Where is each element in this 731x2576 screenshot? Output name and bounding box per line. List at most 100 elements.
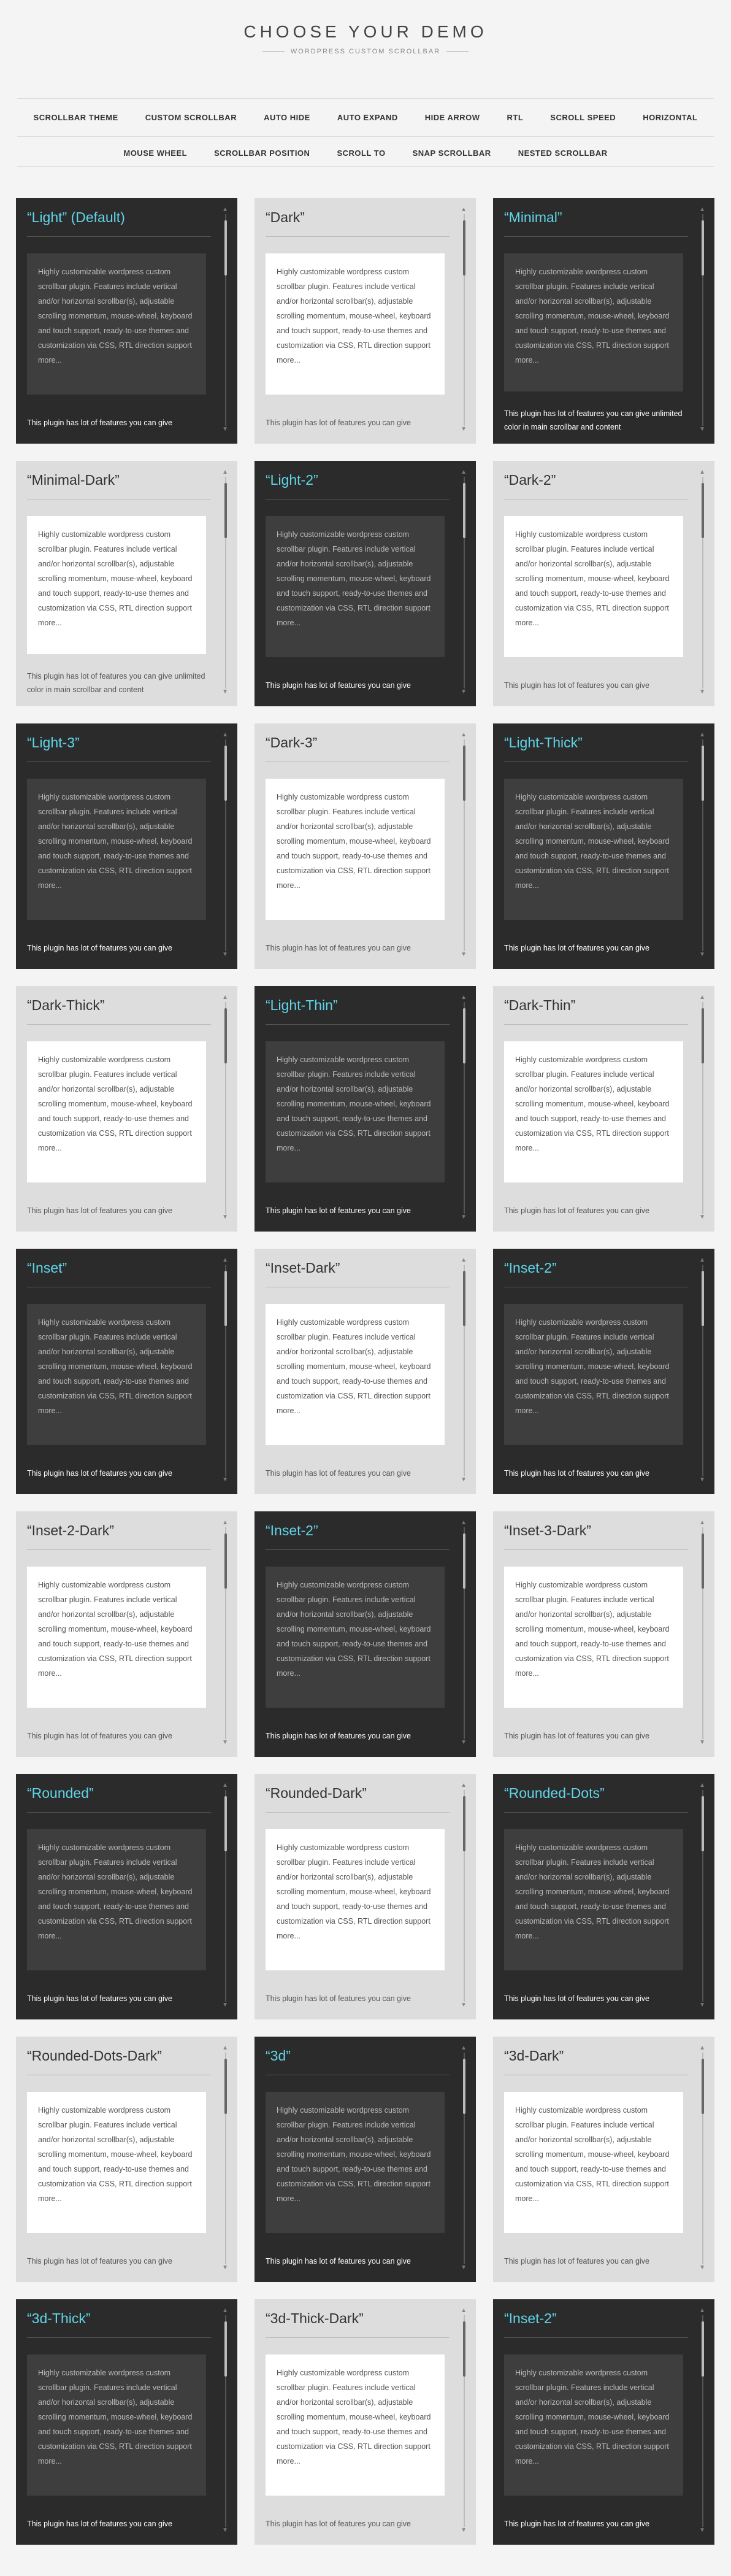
scrollbar-thumb[interactable] (463, 1008, 465, 1063)
scroll-up-arrow-icon[interactable]: ▲ (222, 1257, 228, 1263)
scroll-down-arrow-icon[interactable]: ▼ (699, 426, 705, 433)
scrollbar-thumb[interactable] (702, 1533, 704, 1589)
demo-card[interactable]: “Inset-2” Highly customizable wordpress c… (255, 1511, 476, 1757)
scroll-down-arrow-icon[interactable]: ▼ (699, 1214, 705, 1221)
demo-card[interactable]: “Dark-Thin” Highly customizable wordpress… (493, 986, 714, 1232)
scroll-up-arrow-icon[interactable]: ▲ (222, 2045, 228, 2051)
demo-card[interactable]: “Minimal” Highly customizable wordpress c… (493, 198, 714, 444)
scroll-down-arrow-icon[interactable]: ▼ (699, 2528, 705, 2534)
scroll-up-arrow-icon[interactable]: ▲ (699, 732, 705, 738)
scroll-content-box[interactable]: Highly customizable wordpress custom scr… (266, 2354, 445, 2496)
scroll-down-arrow-icon[interactable]: ▼ (699, 1740, 705, 1746)
scroll-down-arrow-icon[interactable]: ▼ (222, 1214, 228, 1221)
scroll-up-arrow-icon[interactable]: ▲ (461, 1520, 467, 1526)
scroll-down-arrow-icon[interactable]: ▼ (461, 426, 467, 433)
demo-card[interactable]: “Minimal-Dark” Highly customizable wordpr… (16, 461, 237, 706)
scroll-up-arrow-icon[interactable]: ▲ (461, 995, 467, 1001)
scroll-content-box[interactable]: Highly customizable wordpress custom scr… (266, 1041, 445, 1182)
scroll-up-arrow-icon[interactable]: ▲ (461, 1257, 467, 1263)
scroll-content-box[interactable]: Highly customizable wordpress custom scr… (504, 516, 683, 657)
scrollbar-thumb[interactable] (463, 2321, 465, 2377)
scroll-content-box[interactable]: Highly customizable wordpress custom scr… (504, 253, 683, 391)
scroll-content-box[interactable]: Highly customizable wordpress custom scr… (504, 1567, 683, 1708)
demo-card[interactable]: “Dark” Highly customizable wordpress cust… (255, 198, 476, 444)
scroll-down-arrow-icon[interactable]: ▼ (222, 2528, 228, 2534)
scroll-content-box[interactable]: Highly customizable wordpress custom scr… (27, 1567, 206, 1708)
scroll-content-box[interactable]: Highly customizable wordpress custom scr… (266, 2092, 445, 2233)
scrollbar-thumb[interactable] (463, 1796, 465, 1851)
demo-card[interactable]: “Dark-3” Highly customizable wordpress cu… (255, 723, 476, 969)
demo-card[interactable]: “Rounded” Highly customizable wordpress c… (16, 1774, 237, 2019)
scrollbar-thumb[interactable] (702, 2059, 704, 2114)
scroll-up-arrow-icon[interactable]: ▲ (461, 469, 467, 476)
scroll-down-arrow-icon[interactable]: ▼ (222, 1740, 228, 1746)
demo-card[interactable]: “Inset-2” Highly customizable wordpress c… (493, 2299, 714, 2545)
demo-card[interactable]: “3d-Thick” Highly customizable wordpress … (16, 2299, 237, 2545)
demo-card[interactable]: “Inset-2” Highly customizable wordpress c… (493, 1249, 714, 1494)
scroll-content-box[interactable]: Highly customizable wordpress custom scr… (266, 1567, 445, 1708)
nav-item-scroll-speed[interactable]: SCROLL SPEED (550, 113, 616, 122)
scrollbar-thumb[interactable] (463, 220, 465, 276)
scroll-up-arrow-icon[interactable]: ▲ (222, 1520, 228, 1526)
nav-item-rtl[interactable]: RTL (507, 113, 524, 122)
scroll-content-box[interactable]: Highly customizable wordpress custom scr… (266, 516, 445, 657)
nav-item-scrollbar-position[interactable]: SCROLLBAR POSITION (214, 148, 310, 158)
scroll-up-arrow-icon[interactable]: ▲ (699, 1783, 705, 1789)
scroll-down-arrow-icon[interactable]: ▼ (222, 426, 228, 433)
scrollbar-thumb[interactable] (224, 220, 227, 276)
scrollbar-thumb[interactable] (224, 2059, 227, 2114)
scrollbar-thumb[interactable] (702, 746, 704, 801)
scrollbar-thumb[interactable] (702, 1008, 704, 1063)
demo-card[interactable]: “3d” Highly customizable wordpress custom… (255, 2037, 476, 2282)
scrollbar-thumb[interactable] (463, 746, 465, 801)
scroll-content-box[interactable]: Highly customizable wordpress custom scr… (27, 516, 206, 654)
scroll-content-box[interactable]: Highly customizable wordpress custom scr… (27, 779, 206, 920)
scroll-content-box[interactable]: Highly customizable wordpress custom scr… (27, 2092, 206, 2233)
demo-card[interactable]: “Light” (Default) Highly customizable wor… (16, 198, 237, 444)
demo-card[interactable]: “Rounded-Dark” Highly customizable wordpr… (255, 1774, 476, 2019)
scroll-down-arrow-icon[interactable]: ▼ (461, 689, 467, 695)
demo-card[interactable]: “3d-Dark” Highly customizable wordpress c… (493, 2037, 714, 2282)
demo-card[interactable]: “Inset-Dark” Highly customizable wordpres… (255, 1249, 476, 1494)
scroll-down-arrow-icon[interactable]: ▼ (222, 952, 228, 958)
scroll-up-arrow-icon[interactable]: ▲ (222, 1783, 228, 1789)
scrollbar-thumb[interactable] (702, 1796, 704, 1851)
demo-card[interactable]: “Dark-2” Highly customizable wordpress cu… (493, 461, 714, 706)
nav-item-hide-arrow[interactable]: HIDE ARROW (425, 113, 480, 122)
scroll-content-box[interactable]: Highly customizable wordpress custom scr… (266, 1304, 445, 1445)
scroll-down-arrow-icon[interactable]: ▼ (699, 1477, 705, 1483)
scroll-content-box[interactable]: Highly customizable wordpress custom scr… (266, 253, 445, 395)
demo-card[interactable]: “Inset-2-Dark” Highly customizable wordpr… (16, 1511, 237, 1757)
scroll-content-box[interactable]: Highly customizable wordpress custom scr… (504, 1041, 683, 1182)
demo-card[interactable]: “Inset” Highly customizable wordpress cus… (16, 1249, 237, 1494)
scrollbar-thumb[interactable] (224, 1796, 227, 1851)
scroll-content-box[interactable]: Highly customizable wordpress custom scr… (27, 1829, 206, 1970)
demo-card[interactable]: “Inset-3-Dark” Highly customizable wordpr… (493, 1511, 714, 1757)
scroll-content-box[interactable]: Highly customizable wordpress custom scr… (27, 2354, 206, 2496)
scroll-down-arrow-icon[interactable]: ▼ (461, 2002, 467, 2008)
scroll-up-arrow-icon[interactable]: ▲ (222, 469, 228, 476)
scrollbar-thumb[interactable] (224, 2321, 227, 2377)
demo-card[interactable]: “Light-Thick” Highly customizable wordpre… (493, 723, 714, 969)
scrollbar-thumb[interactable] (224, 1008, 227, 1063)
demo-card[interactable]: “Light-2” Highly customizable wordpress c… (255, 461, 476, 706)
scroll-up-arrow-icon[interactable]: ▲ (222, 207, 228, 213)
scrollbar-thumb[interactable] (463, 1533, 465, 1589)
scrollbar-thumb[interactable] (224, 1533, 227, 1589)
nav-item-scroll-to[interactable]: SCROLL TO (337, 148, 385, 158)
nav-item-mouse-wheel[interactable]: MOUSE WHEEL (123, 148, 187, 158)
scrollbar-thumb[interactable] (463, 1271, 465, 1326)
scroll-up-arrow-icon[interactable]: ▲ (699, 2045, 705, 2051)
scroll-down-arrow-icon[interactable]: ▼ (699, 689, 705, 695)
scroll-up-arrow-icon[interactable]: ▲ (699, 1257, 705, 1263)
scroll-up-arrow-icon[interactable]: ▲ (699, 995, 705, 1001)
scroll-down-arrow-icon[interactable]: ▼ (461, 1477, 467, 1483)
scrollbar-thumb[interactable] (224, 746, 227, 801)
scroll-up-arrow-icon[interactable]: ▲ (461, 2045, 467, 2051)
scroll-up-arrow-icon[interactable]: ▲ (699, 469, 705, 476)
scroll-up-arrow-icon[interactable]: ▲ (222, 732, 228, 738)
scroll-up-arrow-icon[interactable]: ▲ (461, 1783, 467, 1789)
demo-card[interactable]: “Rounded-Dots” Highly customizable wordpr… (493, 1774, 714, 2019)
scrollbar-thumb[interactable] (224, 483, 227, 538)
scrollbar-thumb[interactable] (702, 1271, 704, 1326)
